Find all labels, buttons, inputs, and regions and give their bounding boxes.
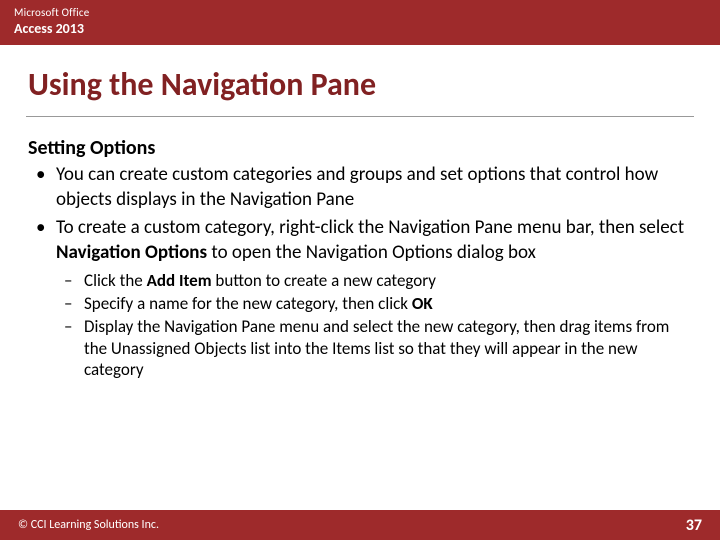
bullet-item: To create a custom category, right-click…: [28, 216, 692, 265]
slide-body: Setting Options You can create custom ca…: [0, 117, 720, 510]
brand-label: Microsoft Office: [14, 6, 706, 19]
sub-bullet-item: Click the Add Item button to create a ne…: [28, 270, 692, 291]
bullet-item: You can create custom categories and gro…: [28, 163, 692, 212]
section-subhead: Setting Options: [28, 135, 692, 161]
sub-bullet-item: Display the Navigation Pane menu and sel…: [28, 316, 692, 380]
page-number: 37: [686, 516, 702, 535]
sub-bullet-item: Specify a name for the new category, the…: [28, 293, 692, 314]
slide-title: Using the Navigation Pane: [0, 45, 720, 110]
copyright: © CCI Learning Solutions Inc.: [18, 518, 159, 532]
footer-bar: © CCI Learning Solutions Inc. 37: [0, 510, 720, 540]
header-bar: Microsoft Office Access 2013: [0, 0, 720, 45]
slide: Microsoft Office Access 2013 Using the N…: [0, 0, 720, 540]
sub-bullet-list: Click the Add Item button to create a ne…: [28, 270, 692, 380]
product-label: Access 2013: [14, 20, 706, 37]
bullet-list: You can create custom categories and gro…: [28, 163, 692, 266]
